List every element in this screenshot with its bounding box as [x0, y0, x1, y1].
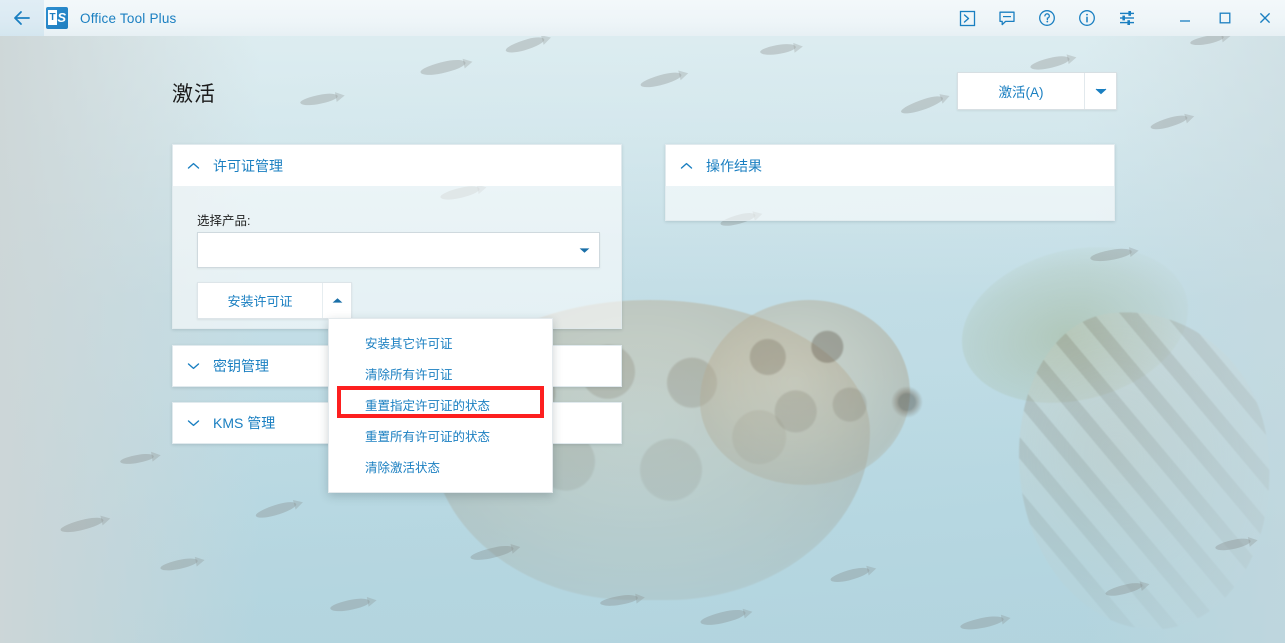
menu-item-install-other-license[interactable]: 安装其它许可证: [329, 327, 552, 358]
window-titlebar: T S Office Tool Plus: [0, 0, 1285, 36]
install-license-button[interactable]: 安装许可证: [198, 283, 322, 318]
activate-dropdown-button[interactable]: [1084, 73, 1116, 109]
panel-license-header[interactable]: 许可证管理: [172, 144, 622, 186]
logo-mark: S: [57, 10, 66, 25]
chevron-down-icon: [1095, 88, 1106, 95]
menu-item-clear-activation-status[interactable]: 清除激活状态: [329, 451, 552, 482]
info-icon: [1079, 10, 1095, 26]
panel-key-title: 密钥管理: [213, 358, 269, 374]
menu-item-reset-all-license-status[interactable]: 重置所有许可证的状态: [329, 420, 552, 451]
install-license-menu: 安装其它许可证 清除所有许可证 重置指定许可证的状态 重置所有许可证的状态 清除…: [328, 318, 553, 493]
minimize-icon: [1180, 20, 1190, 22]
panel-result-body: [665, 186, 1115, 221]
feedback-icon: [999, 11, 1015, 25]
panel-operation-result: 操作结果: [665, 144, 1115, 221]
feedback-button[interactable]: [987, 0, 1027, 36]
app-logo-icon: T S: [46, 7, 68, 29]
chevron-up-icon: [332, 298, 342, 303]
app-title: Office Tool Plus: [80, 10, 177, 26]
console-button[interactable]: [947, 0, 987, 36]
settings-button[interactable]: [1107, 0, 1147, 36]
product-select-combobox[interactable]: [197, 232, 600, 268]
page-title: 激活: [172, 83, 216, 106]
close-icon: [1259, 12, 1271, 24]
panel-license-title: 许可证管理: [213, 157, 283, 174]
menu-item-clear-all-licenses[interactable]: 清除所有许可证: [329, 358, 552, 389]
chevron-down-icon: [173, 362, 213, 370]
panel-license-management: 许可证管理 选择产品: 安装许可证: [172, 144, 622, 329]
install-license-split-button: 安装许可证: [197, 282, 352, 319]
console-icon: [959, 10, 975, 26]
minimize-button[interactable]: [1165, 0, 1205, 36]
info-button[interactable]: [1067, 0, 1107, 36]
main-content: 激活 激活(A) 许可证管理 选择产品: 安装许可证 密钥管理 KMS 管理 操…: [0, 36, 1285, 643]
panel-kms-title: KMS 管理: [213, 415, 276, 431]
chevron-up-icon: [666, 162, 706, 170]
product-select-label: 选择产品:: [197, 214, 251, 228]
maximize-icon: [1219, 12, 1231, 24]
chevron-down-icon: [173, 419, 213, 427]
maximize-button[interactable]: [1205, 0, 1245, 36]
activate-split-button: 激活(A): [957, 72, 1117, 110]
help-button[interactable]: [1027, 0, 1067, 36]
install-license-dropdown-button[interactable]: [322, 283, 351, 318]
back-arrow-icon: [14, 11, 30, 25]
panel-license-body: 选择产品: 安装许可证: [172, 186, 622, 329]
menu-item-reset-specified-license-status[interactable]: 重置指定许可证的状态: [329, 389, 552, 420]
back-button[interactable]: [0, 0, 44, 36]
panel-result-header[interactable]: 操作结果: [665, 144, 1115, 186]
logo-letter: T: [48, 10, 57, 25]
activate-button[interactable]: 激活(A): [958, 73, 1084, 109]
panel-result-title: 操作结果: [706, 157, 762, 174]
help-icon: [1039, 10, 1055, 26]
chevron-up-icon: [173, 162, 213, 170]
close-button[interactable]: [1245, 0, 1285, 36]
chevron-down-icon: [569, 247, 599, 254]
settings-sliders-icon: [1120, 11, 1134, 25]
